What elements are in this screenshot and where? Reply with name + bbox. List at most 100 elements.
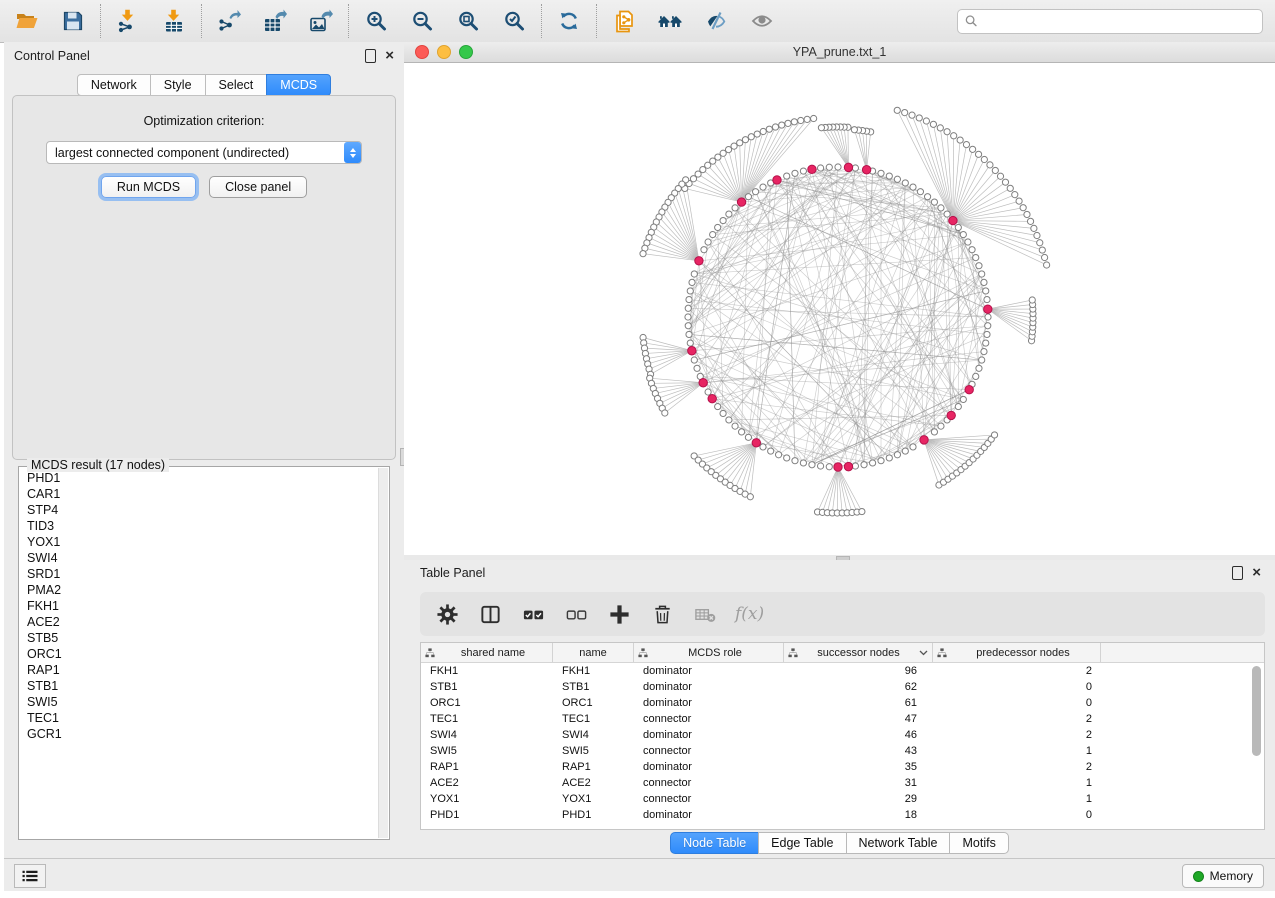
criterion-select[interactable]: largest connected component (undirected): [46, 141, 362, 164]
float-panel-icon[interactable]: [365, 49, 376, 63]
refresh-icon[interactable]: [556, 8, 582, 34]
close-panel-icon[interactable]: ×: [385, 50, 394, 62]
table-row[interactable]: FKH1FKH1dominator962: [421, 663, 1264, 679]
list-item[interactable]: PHD1: [21, 470, 377, 486]
show-all-eye-icon[interactable]: [749, 8, 775, 34]
table-cell: 29: [784, 793, 933, 805]
list-item[interactable]: YOX1: [21, 534, 377, 550]
deselect-all-checks-icon[interactable]: [563, 601, 589, 627]
column-header-shared-name[interactable]: shared name: [421, 643, 553, 662]
tab-network[interactable]: Network: [77, 74, 151, 96]
tab-network-table[interactable]: Network Table: [846, 832, 951, 854]
network-titlebar[interactable]: YPA_prune.txt_1: [404, 42, 1275, 63]
tab-motifs[interactable]: Motifs: [949, 832, 1008, 854]
float-panel-icon[interactable]: [1232, 566, 1243, 580]
zoom-in-icon[interactable]: [363, 8, 389, 34]
add-column-icon[interactable]: [606, 601, 632, 627]
chevron-down-icon[interactable]: [919, 650, 928, 656]
import-table-icon[interactable]: [161, 8, 187, 34]
close-panel-button[interactable]: Close panel: [209, 176, 307, 198]
task-history-button[interactable]: [14, 864, 46, 888]
table-row[interactable]: ACE2ACE2connector311: [421, 775, 1264, 791]
table-cell: YOX1: [553, 793, 634, 805]
export-table-icon[interactable]: [262, 8, 288, 34]
clone-network-icon[interactable]: [611, 8, 637, 34]
list-item[interactable]: STB1: [21, 678, 377, 694]
open-file-icon[interactable]: [14, 8, 40, 34]
column-header-predecessor-nodes[interactable]: predecessor nodes: [933, 643, 1101, 662]
memory-button[interactable]: Memory: [1182, 864, 1264, 888]
list-item[interactable]: RAP1: [21, 662, 377, 678]
export-image-icon[interactable]: [308, 8, 334, 34]
delete-column-trash-icon[interactable]: [649, 601, 675, 627]
table-cell: 2: [933, 713, 1101, 725]
mcds-list-scrollbar[interactable]: [378, 468, 388, 838]
save-session-icon[interactable]: [60, 8, 86, 34]
import-network-icon[interactable]: [115, 8, 141, 34]
column-visibility-icon[interactable]: [477, 601, 503, 627]
hide-selected-eye-icon[interactable]: [703, 8, 729, 34]
tab-node-table[interactable]: Node Table: [670, 832, 759, 854]
table-row[interactable]: RAP1RAP1dominator352: [421, 759, 1264, 775]
table-cell: 96: [784, 665, 933, 677]
network-canvas[interactable]: [404, 63, 1275, 555]
table-scrollbar-thumb[interactable]: [1252, 666, 1261, 756]
table-settings-gear-icon[interactable]: [434, 601, 460, 627]
tab-style[interactable]: Style: [150, 74, 206, 96]
close-panel-icon[interactable]: ×: [1252, 567, 1261, 579]
table-row[interactable]: STB1STB1dominator620: [421, 679, 1264, 695]
first-neighbors-icon[interactable]: [657, 8, 683, 34]
zoom-fit-icon[interactable]: [455, 8, 481, 34]
search-input[interactable]: [982, 13, 1256, 29]
table-row[interactable]: PHD1PHD1dominator180: [421, 807, 1264, 823]
list-item[interactable]: SWI5: [21, 694, 377, 710]
table-cell: PHD1: [421, 809, 553, 821]
list-item[interactable]: TID3: [21, 518, 377, 534]
list-item[interactable]: GCR1: [21, 726, 377, 742]
app-window: Control Panel × Network Style Select MCD…: [4, 0, 1275, 890]
table-toolbar: f(x): [420, 592, 1265, 636]
table-row[interactable]: TEC1TEC1connector472: [421, 711, 1264, 727]
column-header-name[interactable]: name: [553, 643, 634, 662]
optimization-criterion-label: Optimization criterion:: [13, 114, 395, 128]
tab-select[interactable]: Select: [205, 74, 268, 96]
mcds-result-list: PHD1CAR1STP4TID3YOX1SWI4SRD1PMA2FKH1ACE2…: [21, 470, 377, 837]
table-row[interactable]: SWI4SWI4dominator462: [421, 727, 1264, 743]
list-item[interactable]: CAR1: [21, 486, 377, 502]
zoom-selected-icon[interactable]: [501, 8, 527, 34]
tab-edge-table[interactable]: Edge Table: [758, 832, 846, 854]
table-row[interactable]: YOX1YOX1connector291: [421, 791, 1264, 807]
column-header-successor-nodes[interactable]: successor nodes: [784, 643, 933, 662]
table-cell: connector: [634, 793, 784, 805]
column-header-mcds-role[interactable]: MCDS role: [634, 643, 784, 662]
list-item[interactable]: STP4: [21, 502, 377, 518]
table-row[interactable]: SWI5SWI5connector431: [421, 743, 1264, 759]
criterion-selected-value: largest connected component (undirected): [47, 146, 344, 160]
table-cell: 47: [784, 713, 933, 725]
run-mcds-button[interactable]: Run MCDS: [101, 176, 196, 198]
zoom-out-icon[interactable]: [409, 8, 435, 34]
table-cell: 61: [784, 697, 933, 709]
table-row[interactable]: ORC1ORC1dominator610: [421, 695, 1264, 711]
table-cell: connector: [634, 745, 784, 757]
search-box[interactable]: [957, 9, 1263, 34]
list-item[interactable]: ACE2: [21, 614, 377, 630]
function-builder-icon: f(x): [735, 604, 764, 624]
list-item[interactable]: PMA2: [21, 582, 377, 598]
list-item[interactable]: ORC1: [21, 646, 377, 662]
table-scrollbar[interactable]: [1251, 664, 1262, 826]
list-item[interactable]: STB5: [21, 630, 377, 646]
list-item[interactable]: SWI4: [21, 550, 377, 566]
tab-mcds[interactable]: MCDS: [266, 74, 331, 96]
export-network-icon[interactable]: [216, 8, 242, 34]
table-cell: SWI4: [553, 729, 634, 741]
select-spinner-icon: [344, 142, 361, 163]
search-icon: [964, 14, 978, 28]
list-item[interactable]: TEC1: [21, 710, 377, 726]
tree-icon: [425, 648, 435, 658]
table-panel-title: Table Panel: [420, 566, 485, 580]
control-panel: Control Panel × Network Style Select MCD…: [4, 42, 405, 858]
list-item[interactable]: SRD1: [21, 566, 377, 582]
list-item[interactable]: FKH1: [21, 598, 377, 614]
select-all-checks-icon[interactable]: [520, 601, 546, 627]
